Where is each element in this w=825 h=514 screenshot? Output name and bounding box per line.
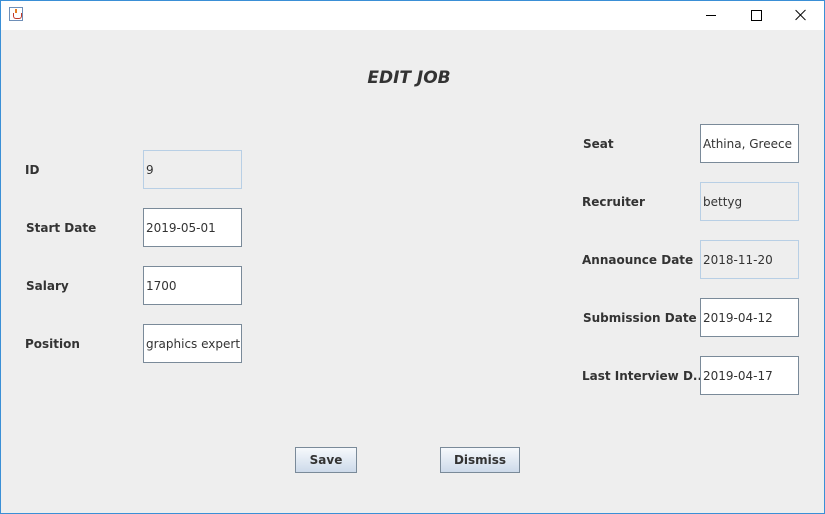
submission-date-label: Submission Date xyxy=(583,311,697,325)
recruiter-field xyxy=(700,182,799,221)
id-field xyxy=(143,150,242,189)
page-title: EDIT JOB xyxy=(367,68,451,88)
close-icon xyxy=(795,9,807,21)
dismiss-button[interactable]: Dismiss xyxy=(440,447,520,473)
java-icon xyxy=(9,7,23,21)
salary-field[interactable] xyxy=(143,266,242,305)
seat-field[interactable] xyxy=(700,124,799,163)
position-field[interactable] xyxy=(143,324,242,363)
seat-label: Seat xyxy=(583,137,614,151)
maximize-button[interactable] xyxy=(733,0,779,30)
announce-date-field xyxy=(700,240,799,279)
save-button[interactable]: Save xyxy=(295,447,357,473)
start-date-field[interactable] xyxy=(143,208,242,247)
submission-date-field[interactable] xyxy=(700,298,799,337)
minimize-button[interactable] xyxy=(688,0,734,30)
title-bar xyxy=(0,0,825,30)
close-button[interactable] xyxy=(778,0,824,30)
id-label: ID xyxy=(25,163,40,177)
last-interview-date-field[interactable] xyxy=(700,356,799,395)
salary-label: Salary xyxy=(26,279,69,293)
maximize-icon xyxy=(750,9,762,21)
start-date-label: Start Date xyxy=(26,221,97,235)
recruiter-label: Recruiter xyxy=(582,195,645,209)
position-label: Position xyxy=(25,337,80,351)
minimize-icon xyxy=(706,14,716,16)
last-interview-date-label: Last Interview D... xyxy=(582,369,707,383)
announce-date-label: Annaounce Date xyxy=(582,253,694,267)
